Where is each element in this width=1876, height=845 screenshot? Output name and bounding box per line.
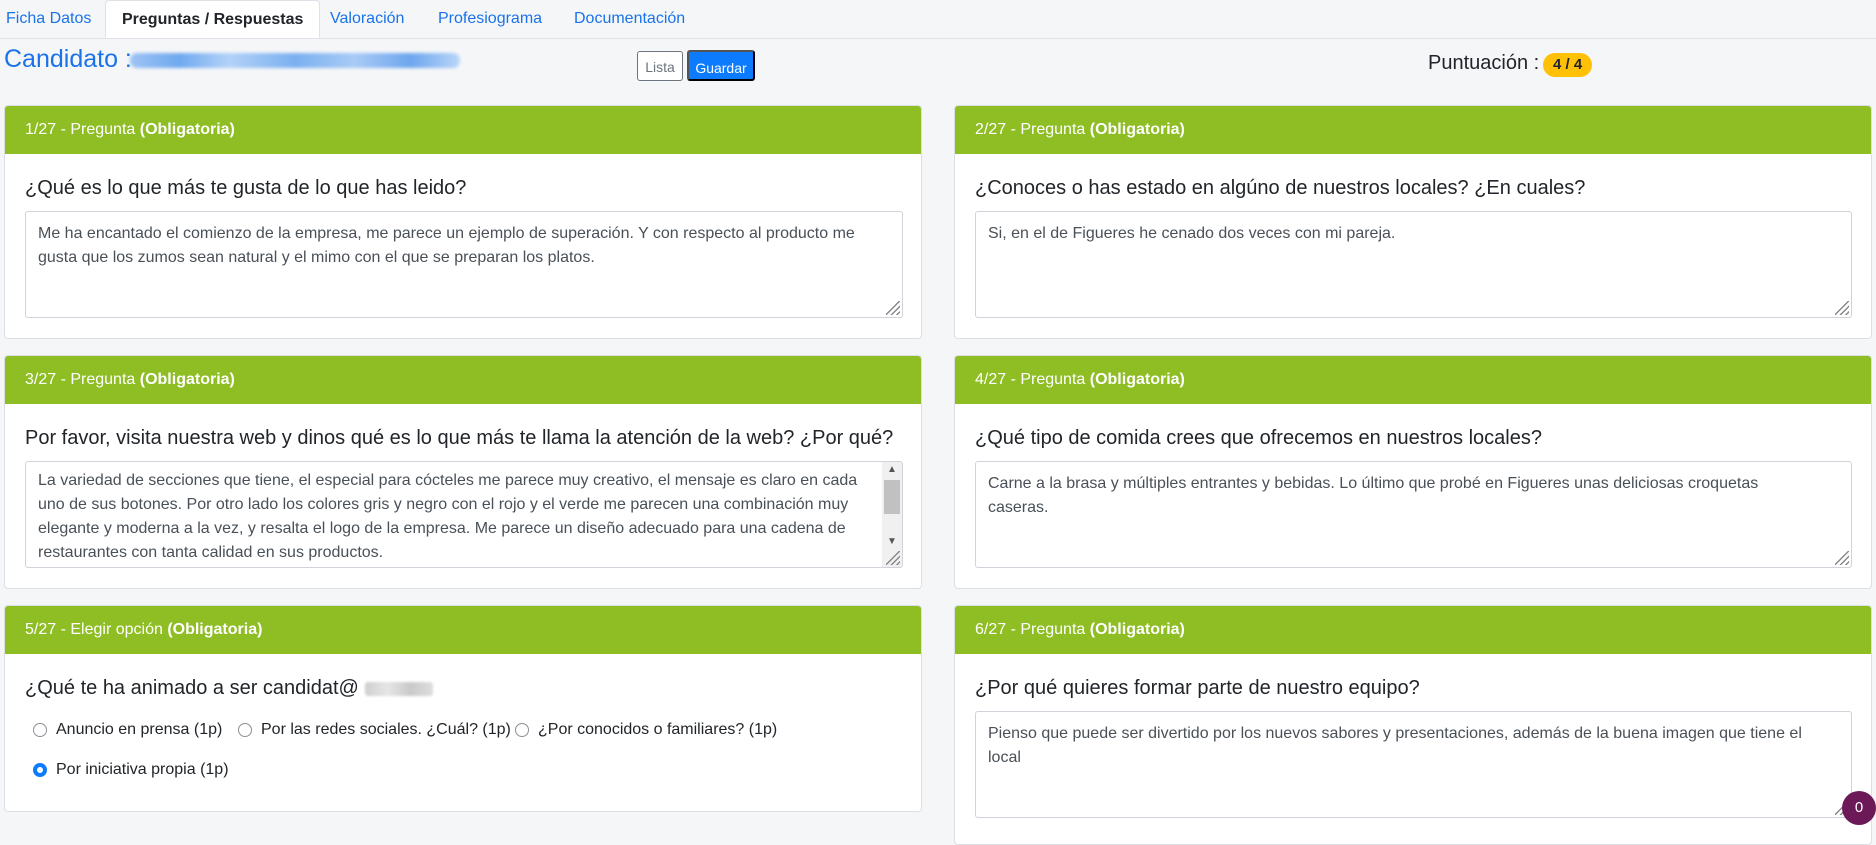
tab-ficha-datos[interactable]: Ficha Datos bbox=[6, 0, 91, 38]
question-number: 4/27 - Pregunta bbox=[975, 371, 1086, 388]
question-number: 2/27 - Pregunta bbox=[975, 121, 1086, 138]
tab-bar: Ficha Datos Preguntas / Respuestas Valor… bbox=[0, 0, 1876, 39]
score-badge: 4 / 4 bbox=[1543, 53, 1593, 77]
question-text: ¿Conoces o has estado en algúno de nuest… bbox=[975, 177, 1586, 199]
required-tag: (Obligatoria) bbox=[139, 371, 235, 388]
radio-icon[interactable] bbox=[238, 723, 252, 737]
question-card-2: 2/27 - Pregunta (Obligatoria) ¿Conoces o… bbox=[954, 105, 1872, 339]
chat-bubble-button[interactable]: 0 bbox=[1842, 791, 1876, 825]
card-header: 3/27 - Pregunta (Obligatoria) bbox=[5, 356, 921, 404]
radio-option-redes[interactable]: Por las redes sociales. ¿Cuál? (1p) bbox=[238, 721, 511, 739]
scroll-up-icon[interactable]: ▲ bbox=[882, 462, 902, 478]
card-header: 1/27 - Pregunta (Obligatoria) bbox=[5, 106, 921, 154]
required-tag: (Obligatoria) bbox=[167, 621, 263, 638]
resize-grip-icon[interactable] bbox=[1835, 301, 1849, 315]
radio-checked-icon[interactable] bbox=[33, 763, 47, 777]
score-label: Puntuación : bbox=[1428, 52, 1540, 74]
scroll-down-icon[interactable]: ▼ bbox=[882, 534, 902, 550]
tab-profesiograma[interactable]: Profesiograma bbox=[438, 0, 542, 38]
card-header: 2/27 - Pregunta (Obligatoria) bbox=[955, 106, 1871, 154]
question-number: 6/27 - Pregunta bbox=[975, 621, 1086, 638]
question-number: 3/27 - Pregunta bbox=[25, 371, 136, 388]
required-tag: (Obligatoria) bbox=[1089, 121, 1185, 138]
tab-documentacion[interactable]: Documentación bbox=[574, 0, 685, 38]
radio-option-conocidos[interactable]: ¿Por conocidos o familiares? (1p) bbox=[515, 721, 777, 739]
card-header: 4/27 - Pregunta (Obligatoria) bbox=[955, 356, 1871, 404]
radio-option-anuncio[interactable]: Anuncio en prensa (1p) bbox=[33, 721, 222, 739]
required-tag: (Obligatoria) bbox=[1089, 371, 1185, 388]
card-header: 6/27 - Pregunta (Obligatoria) bbox=[955, 606, 1871, 654]
radio-label: Por iniciativa propia (1p) bbox=[56, 761, 229, 778]
question-card-1: 1/27 - Pregunta (Obligatoria) ¿Qué es lo… bbox=[4, 105, 922, 339]
question-number: 1/27 - Pregunta bbox=[25, 121, 136, 138]
candidate-label: Candidato : bbox=[4, 45, 132, 73]
question-card-3: 3/27 - Pregunta (Obligatoria) Por favor,… bbox=[4, 355, 922, 589]
answer-text: La variedad de secciones que tiene, el e… bbox=[38, 472, 858, 561]
answer-text: Pienso que puede ser divertido por los n… bbox=[988, 725, 1802, 766]
candidate-name-redacted bbox=[130, 53, 460, 68]
answer-textarea[interactable]: Carne a la brasa y múltiples entrantes y… bbox=[975, 461, 1852, 568]
scroll-thumb[interactable] bbox=[884, 480, 900, 514]
required-tag: (Obligatoria) bbox=[139, 121, 235, 138]
question-number: 5/27 - Elegir opción bbox=[25, 621, 163, 638]
question-card-6: 6/27 - Pregunta (Obligatoria) ¿Por qué q… bbox=[954, 605, 1872, 845]
resize-grip-icon[interactable] bbox=[1835, 551, 1849, 565]
question-card-4: 4/27 - Pregunta (Obligatoria) ¿Qué tipo … bbox=[954, 355, 1872, 589]
guardar-button[interactable]: Guardar bbox=[687, 50, 755, 81]
question-text: Por favor, visita nuestra web y dinos qu… bbox=[25, 427, 894, 449]
radio-label: Por las redes sociales. ¿Cuál? (1p) bbox=[261, 721, 511, 738]
question-text: ¿Por qué quieres formar parte de nuestro… bbox=[975, 677, 1420, 699]
question-text: ¿Qué te ha animado a ser candidat@ bbox=[25, 677, 433, 700]
answer-textarea[interactable]: Si, en el de Figueres he cenado dos vece… bbox=[975, 211, 1852, 318]
radio-icon[interactable] bbox=[515, 723, 529, 737]
resize-grip-icon[interactable] bbox=[886, 551, 900, 565]
radio-option-iniciativa[interactable]: Por iniciativa propia (1p) bbox=[33, 761, 229, 779]
redacted-text bbox=[364, 681, 433, 696]
card-header: 5/27 - Elegir opción (Obligatoria) bbox=[5, 606, 921, 654]
question-text-label: ¿Qué te ha animado a ser candidat@ bbox=[25, 677, 359, 699]
question-card-5: 5/27 - Elegir opción (Obligatoria) ¿Qué … bbox=[4, 605, 922, 812]
answer-textarea[interactable]: La variedad de secciones que tiene, el e… bbox=[25, 461, 903, 568]
lista-button[interactable]: Lista bbox=[637, 51, 683, 81]
radio-icon[interactable] bbox=[33, 723, 47, 737]
answer-text: Me ha encantado el comienzo de la empres… bbox=[38, 225, 855, 266]
radio-label: Anuncio en prensa (1p) bbox=[56, 721, 223, 738]
question-text: ¿Qué tipo de comida crees que ofrecemos … bbox=[975, 427, 1542, 449]
question-text: ¿Qué es lo que más te gusta de lo que ha… bbox=[25, 177, 467, 199]
radio-label: ¿Por conocidos o familiares? (1p) bbox=[538, 721, 778, 738]
answer-text: Carne a la brasa y múltiples entrantes y… bbox=[988, 475, 1759, 516]
answer-textarea[interactable]: Pienso que puede ser divertido por los n… bbox=[975, 711, 1852, 818]
resize-grip-icon[interactable] bbox=[886, 301, 900, 315]
answer-textarea[interactable]: Me ha encantado el comienzo de la empres… bbox=[25, 211, 903, 318]
answer-text: Si, en el de Figueres he cenado dos vece… bbox=[988, 225, 1396, 242]
tab-valoracion[interactable]: Valoración bbox=[330, 0, 404, 38]
required-tag: (Obligatoria) bbox=[1089, 621, 1185, 638]
tab-preguntas-respuestas[interactable]: Preguntas / Respuestas bbox=[105, 0, 321, 38]
